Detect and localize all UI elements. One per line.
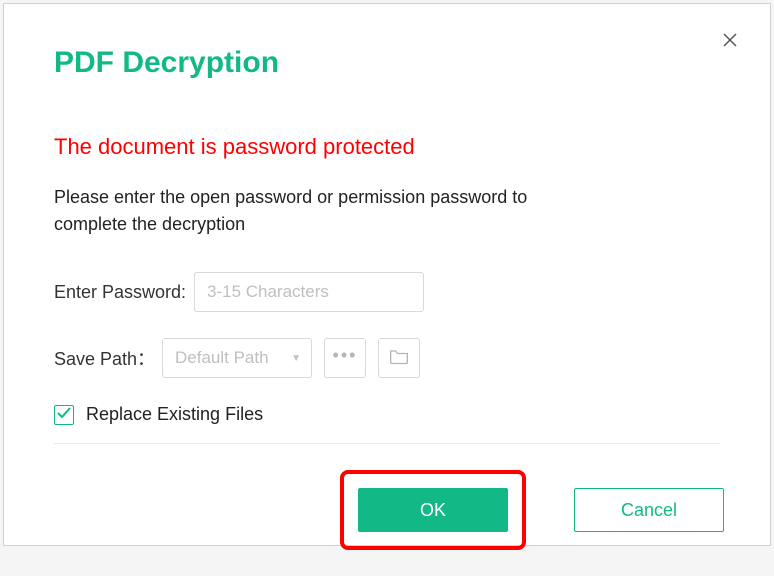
save-path-dropdown-text: Default Path xyxy=(175,348,291,368)
more-options-button[interactable]: ••• xyxy=(324,338,366,378)
dialog-title: PDF Decryption xyxy=(54,46,720,80)
dialog-footer: OK Cancel xyxy=(4,444,770,576)
save-path-dropdown[interactable]: Default Path ▼ xyxy=(162,338,312,378)
replace-files-row: Replace Existing Files xyxy=(54,404,720,425)
checkmark-icon xyxy=(57,406,71,424)
folder-icon xyxy=(389,347,409,370)
description-text: Please enter the open password or permis… xyxy=(54,184,594,238)
save-path-row: Save Path： Default Path ▼ ••• xyxy=(54,338,720,378)
ellipsis-icon: ••• xyxy=(333,346,358,364)
save-path-label: Save Path： xyxy=(54,345,162,371)
password-input[interactable] xyxy=(194,272,424,312)
cancel-button[interactable]: Cancel xyxy=(574,488,724,532)
close-icon xyxy=(723,33,737,52)
password-row: Enter Password: xyxy=(54,272,720,312)
password-label: Enter Password: xyxy=(54,282,194,303)
pdf-decryption-dialog: PDF Decryption The document is password … xyxy=(3,3,771,546)
ok-highlight: OK xyxy=(340,470,526,550)
replace-files-label: Replace Existing Files xyxy=(86,404,263,425)
browse-folder-button[interactable] xyxy=(378,338,420,378)
dialog-content: PDF Decryption The document is password … xyxy=(4,4,770,425)
warning-text: The document is password protected xyxy=(54,134,720,160)
replace-files-checkbox[interactable] xyxy=(54,405,74,425)
ok-button[interactable]: OK xyxy=(358,488,508,532)
chevron-down-icon: ▼ xyxy=(291,353,301,364)
close-button[interactable] xyxy=(720,32,740,52)
